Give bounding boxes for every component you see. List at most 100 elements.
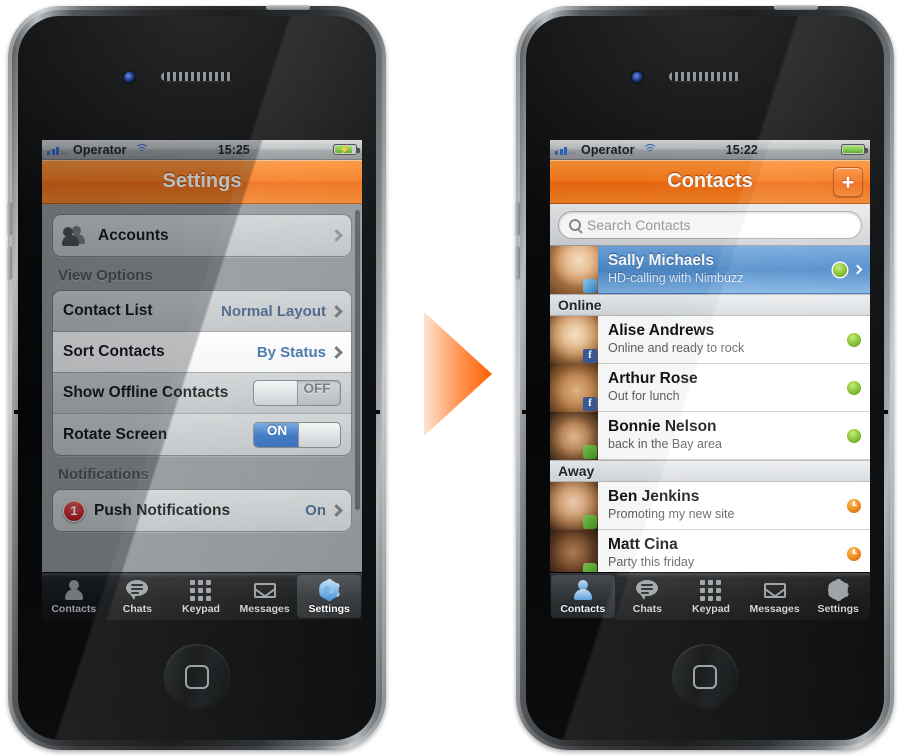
tab-settings[interactable]: Settings: [806, 573, 870, 620]
navbar-right: Contacts +: [550, 160, 870, 204]
status-clock: 15:25: [217, 142, 250, 157]
tab-bar-left[interactable]: Contacts Chats Keypad Messages Settings: [42, 572, 362, 620]
avatar: [550, 481, 598, 530]
home-square-icon: [693, 665, 717, 689]
volume-up-button[interactable]: [515, 202, 520, 236]
row-label: Contact List: [63, 302, 153, 319]
person-icon: [571, 579, 595, 601]
home-square-icon: [185, 665, 209, 689]
tab-settings[interactable]: Settings: [297, 575, 361, 618]
settings-row-push-notifications[interactable]: 1 Push Notifications On: [53, 490, 351, 531]
contact-row[interactable]: Bonnie Nelson back in the Bay area: [550, 411, 870, 460]
front-camera-icon: [632, 72, 643, 83]
sleep-wake-button[interactable]: [266, 5, 310, 10]
row-label: Accounts: [98, 226, 169, 244]
presence-online-icon: [847, 380, 861, 395]
section-header-away: Away: [550, 460, 870, 482]
network-badge-facebook: f: [583, 348, 597, 363]
tab-messages[interactable]: Messages: [743, 573, 807, 620]
gear-icon: [826, 578, 850, 601]
tab-messages[interactable]: Messages: [233, 573, 297, 620]
sleep-wake-button[interactable]: [774, 5, 818, 10]
vertical-scrollbar[interactable]: [355, 210, 360, 510]
battery-full-icon: [841, 144, 868, 155]
tab-keypad[interactable]: Keypad: [169, 573, 233, 620]
presence-away-icon: [847, 546, 861, 561]
settings-row-sort-contacts[interactable]: Sort Contacts By Status: [53, 332, 351, 373]
tab-chats[interactable]: Chats: [106, 573, 170, 620]
contacts-list[interactable]: Sally Michaels HD-calling with Nimbuzz O…: [550, 246, 870, 572]
contact-row[interactable]: Ben Jenkins Promoting my new site: [550, 481, 870, 530]
antenna-nub-right: [884, 410, 888, 414]
presence-away-icon: [847, 498, 861, 513]
contact-row[interactable]: Matt Cina Party this friday: [550, 529, 870, 572]
settings-group-notifications: 1 Push Notifications On: [52, 489, 352, 532]
search-icon: [569, 219, 581, 231]
tab-keypad[interactable]: Keypad: [679, 573, 743, 620]
navbar-left: Settings: [42, 160, 362, 204]
chevron-right-icon: [330, 345, 343, 359]
contact-row[interactable]: f Arthur Rose Out for lunch: [550, 363, 870, 412]
chat-bubble-icon: [125, 579, 149, 601]
page-title: Contacts: [667, 170, 753, 192]
carrier-label: Operator: [73, 142, 127, 157]
chat-bubble-icon: [635, 579, 659, 601]
row-label: Show Offline Contacts: [63, 384, 229, 401]
toggle-label: ON: [266, 422, 288, 438]
contact-name: Sally Michaels: [608, 252, 714, 270]
add-contact-button[interactable]: +: [833, 167, 863, 197]
notification-badge-icon: 1: [63, 499, 85, 522]
front-camera-icon: [124, 72, 135, 83]
chevron-right-icon: [330, 304, 343, 318]
volume-up-button[interactable]: [7, 202, 12, 236]
home-button[interactable]: [672, 644, 738, 710]
settings-row-accounts[interactable]: Accounts: [53, 215, 351, 256]
volume-down-button[interactable]: [7, 246, 12, 280]
wifi-icon: [134, 144, 149, 155]
settings-row-rotate-screen[interactable]: Rotate Screen ON: [53, 414, 351, 455]
contact-status: Promoting my new site: [608, 507, 735, 522]
tab-label: Settings: [308, 602, 350, 615]
page-title: Settings: [162, 170, 242, 192]
envelope-icon: [763, 579, 787, 601]
home-button[interactable]: [164, 644, 230, 710]
tab-bar-right[interactable]: Contacts Chats Keypad Messages Settings: [550, 572, 870, 620]
network-badge-nimbuzz: [583, 278, 597, 293]
settings-list[interactable]: Accounts View Options Contact List Norma…: [42, 204, 362, 572]
network-badge-msn: [583, 514, 597, 529]
contact-name: Bonnie Nelson: [608, 418, 717, 436]
signal-bars-icon: [47, 145, 68, 155]
search-bar[interactable]: Search Contacts: [550, 204, 870, 246]
chevron-right-icon: [852, 264, 863, 275]
settings-row-show-offline[interactable]: Show Offline Contacts OFF: [53, 373, 351, 414]
volume-down-button[interactable]: [515, 246, 520, 280]
rotate-screen-toggle[interactable]: ON: [253, 421, 341, 448]
avatar: f: [550, 363, 598, 412]
show-offline-contacts-toggle[interactable]: OFF: [253, 380, 341, 406]
gear-icon: [317, 578, 341, 601]
row-label: Sort Contacts: [63, 343, 165, 360]
toggle-label: OFF: [303, 381, 331, 396]
battery-charging-icon: ⚡: [333, 144, 360, 155]
tab-label: Chats: [632, 602, 662, 615]
settings-row-contact-list[interactable]: Contact List Normal Layout: [53, 291, 351, 332]
accounts-icon: [62, 225, 89, 246]
tab-chats[interactable]: Chats: [616, 573, 680, 620]
settings-group-view-options: Contact List Normal Layout Sort Contacts…: [52, 290, 352, 456]
wifi-icon: [642, 144, 657, 155]
status-clock: 15:22: [725, 142, 758, 157]
phone-left-settings: Operator 15:25 ⚡ Settings Accounts View …: [7, 5, 386, 750]
contact-name: Arthur Rose: [608, 370, 698, 388]
tab-contacts[interactable]: Contacts: [42, 573, 106, 620]
signal-bars-icon: [555, 145, 576, 155]
contact-row[interactable]: f Alise Andrews Online and ready to rock: [550, 315, 870, 364]
network-badge-msn: [583, 562, 597, 572]
status-bar-left: Operator 15:25 ⚡: [42, 140, 362, 160]
search-input[interactable]: Search Contacts: [558, 211, 862, 239]
tab-contacts[interactable]: Contacts: [551, 575, 615, 618]
contact-row-selected[interactable]: Sally Michaels HD-calling with Nimbuzz: [550, 246, 870, 294]
tab-label: Keypad: [182, 602, 220, 615]
tab-label: Keypad: [692, 602, 730, 615]
contact-status: Online and ready to rock: [608, 341, 745, 356]
antenna-nub-right: [376, 410, 380, 414]
